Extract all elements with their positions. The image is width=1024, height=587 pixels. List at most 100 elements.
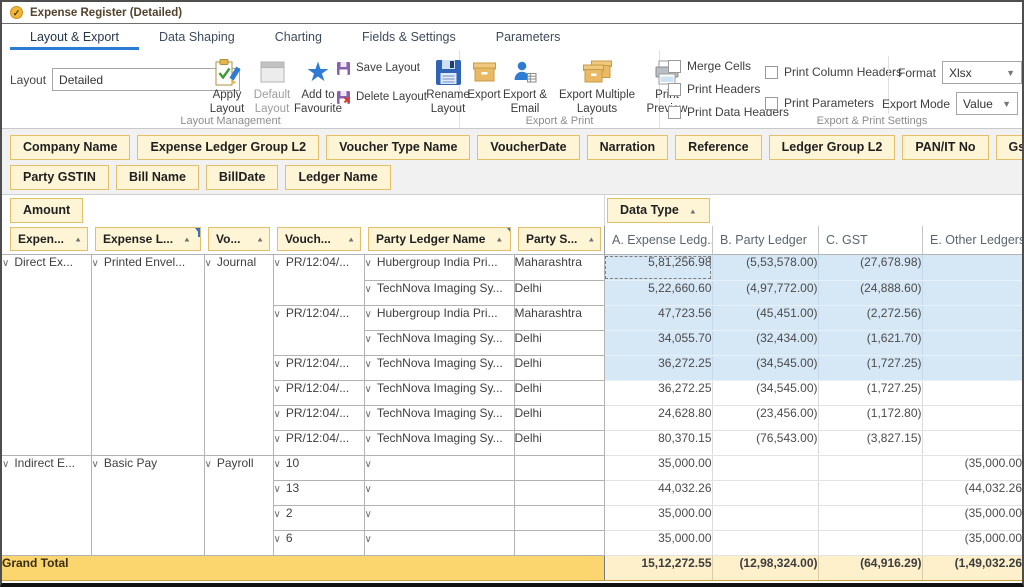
field-chip-ledger-name[interactable]: Ledger Name	[285, 165, 390, 190]
expand-chevron-icon[interactable]: ∨	[92, 258, 99, 269]
export-multiple-layouts-button[interactable]: Export Multiple Layouts	[552, 55, 642, 116]
row-header-voucher[interactable]: ∨10	[273, 455, 364, 480]
expand-chevron-icon[interactable]: ∨	[365, 534, 372, 545]
row-field-chip-party-state[interactable]: Party S... ▲	[518, 227, 601, 251]
grid-value-cell[interactable]: (35,000.00)	[922, 455, 1024, 480]
filter-funnel-icon[interactable]	[507, 228, 511, 238]
expand-chevron-icon[interactable]: ∨	[274, 509, 281, 520]
tab-charting[interactable]: Charting	[255, 26, 342, 50]
grid-value-cell[interactable]: 44,032.26	[604, 480, 712, 505]
grid-value-cell[interactable]	[818, 455, 922, 480]
row-header-voucher[interactable]: ∨6	[273, 530, 364, 555]
grid-value-cell[interactable]: 47,723.56	[604, 305, 712, 330]
grid-value-cell[interactable]: (32,434.00)	[712, 330, 818, 355]
field-chip-bill-name[interactable]: Bill Name	[116, 165, 199, 190]
grid-value-cell[interactable]	[712, 530, 818, 555]
grid-value-cell[interactable]: (35,000.00)	[922, 505, 1024, 530]
expand-chevron-icon[interactable]: ∨	[205, 459, 212, 470]
grid-value-cell[interactable]: 80,370.15	[604, 430, 712, 455]
row-header-state[interactable]: Maharashtra	[514, 255, 604, 280]
row-header-voucher[interactable]: ∨PR/12:04/...	[273, 355, 364, 380]
field-chip-narration[interactable]: Narration	[587, 135, 669, 160]
grid-value-cell[interactable]: (1,172.80)	[818, 405, 922, 430]
grid-value-cell[interactable]	[818, 480, 922, 505]
grid-value-cell[interactable]: (35,000.00)	[922, 530, 1024, 555]
grid-value-cell[interactable]: 35,000.00	[604, 505, 712, 530]
grid-value-cell[interactable]	[922, 305, 1024, 330]
row-header-voucher-type[interactable]: ∨Journal	[204, 255, 273, 455]
row-header-state[interactable]	[514, 455, 604, 480]
grand-total-value[interactable]: (1,49,032.26)	[922, 555, 1024, 580]
row-field-chip-expense[interactable]: Expen... ▲	[10, 227, 88, 251]
grid-value-cell[interactable]: (44,032.26)	[922, 480, 1024, 505]
expand-chevron-icon[interactable]: ∨	[365, 459, 372, 470]
grid-value-cell[interactable]	[922, 355, 1024, 380]
grid-value-cell[interactable]	[922, 405, 1024, 430]
print-column-headers-checkbox[interactable]: Print Column Headers	[765, 65, 902, 79]
field-chip-expense-ledger-group-l2[interactable]: Expense Ledger Group L2	[137, 135, 319, 160]
grid-value-cell[interactable]	[922, 330, 1024, 355]
expand-chevron-icon[interactable]: ∨	[274, 258, 281, 269]
grand-total-value[interactable]: (12,98,324.00)	[712, 555, 818, 580]
row-header-state[interactable]: Maharashtra	[514, 305, 604, 330]
expand-chevron-icon[interactable]: ∨	[274, 384, 281, 395]
row-field-chip-voucher[interactable]: Vouch... ▲	[277, 227, 361, 251]
field-chip-reference[interactable]: Reference	[675, 135, 761, 160]
delete-layout-button[interactable]: Delete Layout	[336, 87, 428, 107]
grid-value-cell[interactable]: (23,456.00)	[712, 405, 818, 430]
column-field-chip-data-type[interactable]: Data Type▲	[607, 198, 710, 223]
export-mode-dropdown[interactable]: Value ▼	[956, 92, 1018, 115]
row-header-state[interactable]: Delhi	[514, 280, 604, 305]
row-header-voucher[interactable]: ∨13	[273, 480, 364, 505]
expand-chevron-icon[interactable]: ∨	[365, 484, 372, 495]
row-header-voucher[interactable]: ∨PR/12:04/...	[273, 380, 364, 405]
value-column-header-b[interactable]: B. Party Ledger	[712, 226, 818, 254]
row-header-state[interactable]: Delhi	[514, 355, 604, 380]
row-header-voucher-type[interactable]: ∨Payroll	[204, 455, 273, 555]
row-header-state[interactable]: Delhi	[514, 430, 604, 455]
row-header-party[interactable]: ∨TechNova Imaging Sy...	[364, 380, 514, 405]
expand-chevron-icon[interactable]: ∨	[92, 459, 99, 470]
grid-value-cell[interactable]: (1,727.25)	[818, 355, 922, 380]
row-header-expense-group[interactable]: ∨Indirect E...	[2, 455, 91, 555]
field-chip-voucher-type-name[interactable]: Voucher Type Name	[326, 135, 470, 160]
export-button[interactable]: Export	[463, 55, 505, 103]
row-header-state[interactable]	[514, 505, 604, 530]
grand-total-value[interactable]: (64,916.29)	[818, 555, 922, 580]
grid-value-cell[interactable]: (24,888.60)	[818, 280, 922, 305]
grid-value-cell[interactable]	[922, 255, 1024, 280]
row-header-voucher[interactable]: ∨2	[273, 505, 364, 530]
tab-parameters[interactable]: Parameters	[476, 26, 581, 50]
grid-value-cell[interactable]	[712, 480, 818, 505]
expand-chevron-icon[interactable]: ∨	[365, 434, 372, 445]
expand-chevron-icon[interactable]: ∨	[274, 434, 281, 445]
expand-chevron-icon[interactable]: ∨	[365, 334, 372, 345]
format-dropdown[interactable]: Xlsx ▼	[942, 61, 1022, 84]
field-chip-pan-it-no[interactable]: PAN/IT No	[902, 135, 988, 160]
grand-total-value[interactable]: 15,12,272.55	[604, 555, 712, 580]
grid-value-cell[interactable]: (1,621.70)	[818, 330, 922, 355]
grid-value-cell[interactable]: 5,22,660.60	[604, 280, 712, 305]
row-header-expense-group[interactable]: ∨Direct Ex...	[2, 255, 91, 455]
expand-chevron-icon[interactable]: ∨	[365, 309, 372, 320]
grid-value-cell[interactable]: 5,81,256.98	[604, 255, 712, 280]
row-header-state[interactable]	[514, 480, 604, 505]
grid-value-cell[interactable]: 35,000.00	[604, 455, 712, 480]
value-column-header-a[interactable]: A. Expense Ledg...	[604, 226, 712, 254]
row-header-party[interactable]: ∨TechNova Imaging Sy...	[364, 330, 514, 355]
grid-value-cell[interactable]	[818, 505, 922, 530]
row-header-party[interactable]: ∨	[364, 455, 514, 480]
row-header-party[interactable]: ∨TechNova Imaging Sy...	[364, 430, 514, 455]
row-field-chip-party-ledger-name[interactable]: Party Ledger Name ▲	[368, 227, 511, 251]
row-header-party[interactable]: ∨	[364, 530, 514, 555]
row-header-party[interactable]: ∨	[364, 480, 514, 505]
grid-value-cell[interactable]	[922, 430, 1024, 455]
row-header-party[interactable]: ∨	[364, 505, 514, 530]
value-column-header-c[interactable]: C. GST	[818, 226, 922, 254]
row-header-party[interactable]: ∨TechNova Imaging Sy...	[364, 355, 514, 380]
row-header-expense-ledger[interactable]: ∨Basic Pay	[91, 455, 204, 555]
row-header-party[interactable]: ∨Hubergroup India Pri...	[364, 305, 514, 330]
grid-value-cell[interactable]: (34,545.00)	[712, 380, 818, 405]
expand-chevron-icon[interactable]: ∨	[274, 484, 281, 495]
tab-layout-export[interactable]: Layout & Export	[10, 26, 139, 50]
